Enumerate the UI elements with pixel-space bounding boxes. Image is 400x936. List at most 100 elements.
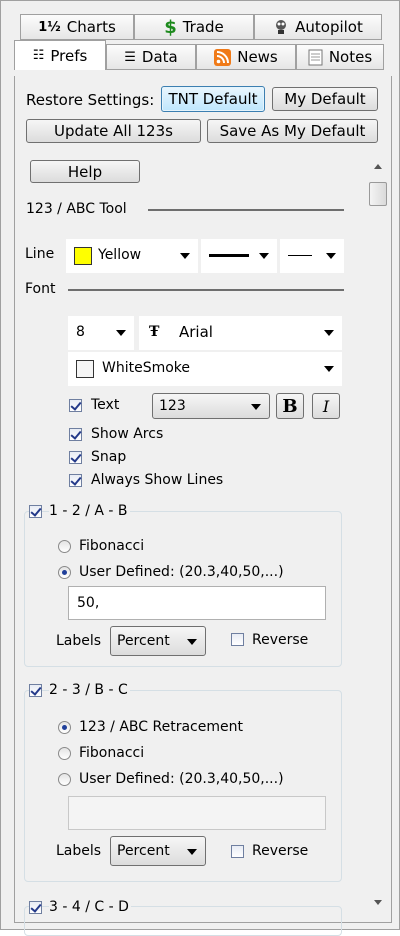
show-arcs-checkbox[interactable]: [69, 428, 82, 441]
section-2-3-title: 2 - 3 / B - C: [49, 682, 130, 698]
s2-labels-value: Percent: [117, 843, 170, 859]
tab-notes-label: Notes: [328, 48, 373, 66]
line-style-sample: [288, 255, 312, 256]
s1-fibonacci-label: Fibonacci: [79, 538, 145, 554]
s2-retracement-radio[interactable]: [58, 721, 71, 734]
s1-labels-label: Labels: [56, 633, 102, 649]
s1-user-defined-label: User Defined: (20.3,40,50,...): [79, 564, 284, 580]
text-checkbox[interactable]: [69, 399, 82, 412]
section-1-2-title: 1 - 2 / A - B: [49, 503, 130, 519]
font-label: Font: [25, 281, 56, 297]
s2-user-defined-radio[interactable]: [58, 773, 71, 786]
s2-labels-select[interactable]: Percent: [110, 836, 206, 866]
s1-labels-select[interactable]: Percent: [110, 626, 206, 656]
chevron-down-icon: [326, 253, 336, 259]
s2-user-defined-label: User Defined: (20.3,40,50,...): [79, 771, 284, 787]
bold-button[interactable]: B: [276, 393, 304, 419]
italic-button[interactable]: I: [312, 393, 340, 419]
tool-title: 123 / ABC Tool: [26, 201, 127, 217]
tab-news[interactable]: News: [196, 44, 296, 70]
chevron-down-icon: [187, 639, 197, 645]
data-icon: ☰: [124, 49, 136, 65]
snap-label: Snap: [91, 449, 127, 465]
text-value: 123: [159, 398, 186, 414]
s1-user-defined-input[interactable]: 50,: [68, 586, 326, 620]
font-color-value: WhiteSmoke: [102, 360, 191, 376]
notes-icon: [308, 49, 323, 66]
chevron-down-icon: [187, 849, 197, 855]
restore-settings-label: Restore Settings:: [26, 91, 155, 109]
scroll-down-icon[interactable]: [374, 900, 382, 905]
s2-retracement-label: 123 / ABC Retracement: [79, 719, 243, 735]
always-show-lines-checkbox[interactable]: [69, 474, 82, 487]
chart-icon: 1½: [38, 19, 61, 35]
tab-data-label: Data: [141, 48, 178, 66]
dollar-icon: $: [164, 16, 177, 38]
my-default-button[interactable]: My Default: [272, 87, 378, 111]
scrollbar-thumb[interactable]: [369, 182, 387, 206]
vertical-scrollbar[interactable]: [367, 152, 389, 920]
section-3-4-checkbox[interactable]: [29, 901, 42, 914]
always-show-lines-label: Always Show Lines: [91, 472, 224, 488]
chevron-down-icon: [116, 330, 126, 336]
tab-prefs[interactable]: ☷ Prefs: [14, 40, 106, 70]
tab-data[interactable]: ☰ Data: [106, 44, 196, 70]
chevron-down-icon: [324, 366, 334, 372]
section-3-4-title: 3 - 4 / C - D: [49, 899, 131, 915]
s1-reverse-label: Reverse: [252, 632, 309, 648]
font-size-select[interactable]: 8: [68, 316, 134, 350]
s1-reverse-checkbox[interactable]: [231, 633, 244, 646]
prefs-icon: ☷: [32, 48, 45, 63]
font-size-value: 8: [76, 324, 85, 340]
chevron-down-icon: [324, 330, 334, 336]
s1-user-defined-radio[interactable]: [58, 566, 71, 579]
font-family-value: Arial: [179, 323, 213, 341]
tab-notes[interactable]: Notes: [296, 44, 384, 70]
chevron-down-icon: [180, 253, 190, 259]
s2-fibonacci-radio[interactable]: [58, 747, 71, 760]
s2-fibonacci-label: Fibonacci: [79, 745, 145, 761]
tab-charts-label: Charts: [66, 18, 116, 36]
line-thickness-select[interactable]: [201, 239, 277, 273]
save-as-default-button[interactable]: Save As My Default: [207, 119, 378, 143]
tnt-default-button[interactable]: TNT Default: [161, 86, 265, 112]
rss-icon: [214, 48, 232, 66]
s2-labels-label: Labels: [56, 843, 102, 859]
title-divider: [148, 209, 344, 211]
tab-autopilot-label: Autopilot: [295, 18, 363, 36]
scroll-up-icon[interactable]: [374, 164, 382, 169]
font-divider: [68, 289, 344, 291]
text-value-select[interactable]: 123: [152, 393, 270, 419]
truetype-font-icon: Ŧ: [149, 324, 160, 340]
line-label: Line: [25, 246, 55, 262]
section-1-2-checkbox[interactable]: [29, 505, 42, 518]
line-thickness-sample: [209, 254, 249, 257]
update-all-button[interactable]: Update All 123s: [26, 119, 201, 143]
tab-autopilot[interactable]: Autopilot: [254, 14, 382, 40]
show-arcs-label: Show Arcs: [91, 426, 164, 442]
line-color-select[interactable]: Yellow: [66, 239, 198, 273]
line-color-swatch: [74, 247, 92, 265]
s1-labels-value: Percent: [117, 633, 170, 649]
s2-user-defined-input[interactable]: [68, 796, 326, 830]
tab-trade-label: Trade: [182, 18, 224, 36]
chevron-down-icon: [259, 253, 269, 259]
s2-reverse-label: Reverse: [252, 843, 309, 859]
chevron-down-icon: [251, 404, 261, 410]
font-color-swatch: [76, 360, 94, 378]
section-2-3-checkbox[interactable]: [29, 684, 42, 697]
snap-checkbox[interactable]: [69, 451, 82, 464]
text-label: Text: [91, 397, 120, 413]
tab-prefs-label: Prefs: [50, 46, 88, 65]
font-family-select[interactable]: Ŧ Arial: [139, 316, 342, 350]
tab-charts[interactable]: 1½ Charts: [20, 14, 134, 40]
tab-trade[interactable]: $ Trade: [134, 14, 254, 40]
line-style-select[interactable]: [280, 239, 344, 273]
s1-fibonacci-radio[interactable]: [58, 540, 71, 553]
autopilot-icon: [273, 19, 289, 35]
s2-reverse-checkbox[interactable]: [231, 845, 244, 858]
help-button[interactable]: Help: [30, 160, 140, 183]
tab-news-label: News: [237, 48, 278, 66]
font-color-select[interactable]: WhiteSmoke: [68, 352, 342, 386]
line-color-value: Yellow: [98, 247, 142, 263]
